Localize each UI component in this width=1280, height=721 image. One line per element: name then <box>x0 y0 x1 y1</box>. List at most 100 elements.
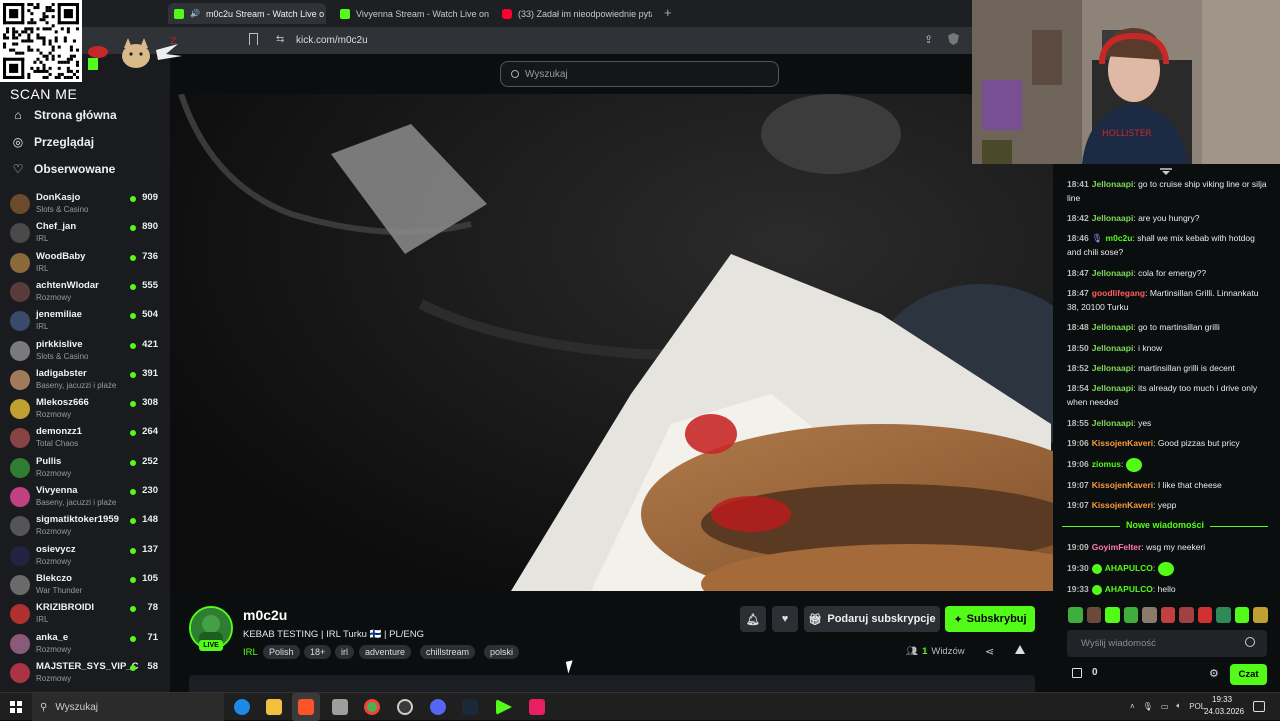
tag-chip[interactable]: chillstream <box>420 645 476 659</box>
share-page-icon[interactable]: ⇪ <box>924 33 933 46</box>
message-username[interactable]: Jellonaapi <box>1092 179 1134 189</box>
emote-button[interactable] <box>1179 607 1194 623</box>
nav-browse[interactable]: ◎ Przeglądaj <box>12 135 94 149</box>
clock-date[interactable]: 24.03.2026 <box>1204 707 1244 716</box>
discord-icon[interactable] <box>430 699 446 715</box>
emote-button[interactable] <box>1086 607 1102 623</box>
share-icon[interactable]: ⋖ <box>985 645 994 658</box>
subscribe-button[interactable]: ✦ Subskrybuj <box>945 606 1035 632</box>
message-username[interactable]: AHAPULCO <box>1105 563 1153 573</box>
message-username[interactable]: Jellonaapi <box>1092 322 1134 332</box>
cat-sticker-image: Z <box>88 37 182 70</box>
file-explorer-icon[interactable] <box>266 699 282 715</box>
steam-icon[interactable] <box>462 699 478 715</box>
video-player[interactable] <box>171 94 1053 591</box>
chat-message-input[interactable]: Wyślij wiadomość <box>1067 630 1267 657</box>
sidebar-channel-item[interactable]: Pullis Rozmowy 252 <box>10 454 162 483</box>
language-indicator[interactable]: POL <box>1189 702 1205 711</box>
message-username[interactable]: Jellonaapi <box>1092 418 1134 428</box>
message-username[interactable]: KissojenKaveri <box>1092 480 1153 490</box>
chat-scroll-handle-icon[interactable] <box>1156 168 1176 175</box>
tag-chip[interactable]: irl <box>335 645 354 659</box>
notifications-button[interactable]: 🔔︎ <box>740 606 766 632</box>
search-input[interactable]: Wyszukaj <box>500 61 779 87</box>
emote-button[interactable] <box>1216 607 1231 623</box>
notifications-icon[interactable] <box>1253 701 1265 712</box>
app-icon[interactable] <box>332 699 348 715</box>
network-icon[interactable]: ▭ <box>1161 702 1169 711</box>
sidebar-channel-item[interactable]: WoodBaby IRL 736 <box>10 249 162 278</box>
tag-chip[interactable]: 18+ <box>304 645 332 659</box>
microphone-icon[interactable]: 🎙︎ <box>1143 702 1153 711</box>
message-username[interactable]: Jellonaapi <box>1092 268 1134 278</box>
sidebar-channel-item[interactable]: MAJSTER_SYS_VIP_C Rozmowy 58 <box>10 659 162 688</box>
sidebar-channel-item[interactable]: Blekczo War Thunder 105 <box>10 571 162 600</box>
message-username[interactable]: Jellonaapi <box>1092 363 1134 373</box>
message-username[interactable]: ziomus <box>1092 459 1121 469</box>
nav-following[interactable]: ♡ Obserwowane <box>12 162 116 176</box>
emote-button[interactable] <box>1068 607 1083 623</box>
sidebar-channel-item[interactable]: Mlekosz666 Rozmowy 308 <box>10 395 162 424</box>
browser-tab[interactable]: Vivyenna Stream - Watch Live on Kic <box>334 3 490 24</box>
sidebar-channel-item[interactable]: Vivyenna Baseny, jacuzzi i plaże 230 <box>10 483 162 512</box>
app-icon[interactable] <box>529 699 545 715</box>
sidebar-channel-item[interactable]: DonKasjo Slots & Casino 909 <box>10 190 162 219</box>
report-icon[interactable] <box>1015 645 1025 654</box>
taskbar-search[interactable]: ⚲ Wyszukaj <box>32 693 224 721</box>
browser-tab-active[interactable]: 🔊 m0c2u Stream - Watch Live o ✕ <box>168 3 326 24</box>
site-info-icon[interactable]: ⇆ <box>276 34 284 45</box>
sidebar-channel-item[interactable]: achtenWlodar Rozmowy 555 <box>10 278 162 307</box>
new-tab-button[interactable]: + <box>664 5 672 20</box>
message-username[interactable]: m0c2u <box>1106 233 1133 243</box>
tag-chip[interactable]: Polish <box>263 645 300 659</box>
emote-button[interactable] <box>1123 607 1139 623</box>
streamer-name[interactable]: m0c2u <box>243 607 287 623</box>
message-username[interactable]: GoyimFelter <box>1092 542 1142 552</box>
brave-browser-icon[interactable] <box>298 699 314 715</box>
clock-time[interactable]: 19:33 <box>1212 695 1232 704</box>
sidebar-channel-item[interactable]: KRIZIBROIDI IRL 78 <box>10 600 162 629</box>
message-username[interactable]: AHAPULCO <box>1105 584 1153 594</box>
message-username[interactable]: goodlifegang <box>1092 288 1145 298</box>
sidebar-channel-item[interactable]: anka_e Rozmowy 71 <box>10 630 162 659</box>
chevron-up-icon[interactable]: ˄ <box>1130 702 1135 711</box>
channel-points[interactable]: 0 <box>1072 667 1098 678</box>
emote-button[interactable] <box>1197 607 1213 623</box>
emote-button[interactable] <box>1105 607 1120 623</box>
gear-icon[interactable]: ⚙ <box>1209 667 1219 680</box>
follow-button[interactable]: ♥ <box>772 606 798 632</box>
sidebar-channel-item[interactable]: demonzz1 Total Chaos 264 <box>10 424 162 453</box>
tag-chip[interactable]: adventure <box>359 645 412 659</box>
emote-button[interactable] <box>1234 607 1250 623</box>
sidebar-channel-item[interactable]: ladigabster Baseny, jacuzzi i plaże 391 <box>10 366 162 395</box>
edge-icon[interactable] <box>234 699 250 715</box>
sidebar-channel-item[interactable]: osievycz Rozmowy 137 <box>10 542 162 571</box>
start-button[interactable] <box>10 701 22 713</box>
chat-send-button[interactable]: Czat <box>1230 664 1267 685</box>
brave-shield-icon[interactable] <box>948 33 959 45</box>
kick-app-icon[interactable] <box>496 699 512 715</box>
sidebar-channel-item[interactable]: sigmatiktoker1959 Rozmowy 148 <box>10 512 162 541</box>
gift-subscription-button[interactable]: 🎁︎ Podaruj subskrypcje <box>804 606 940 632</box>
category-link[interactable]: IRL <box>243 647 258 658</box>
message-username[interactable]: KissojenKaveri <box>1092 438 1153 448</box>
browser-tab[interactable]: (33) Zadał im nieodpowiednie pytani <box>496 3 652 24</box>
message-username[interactable]: Jellonaapi <box>1092 343 1134 353</box>
emote-button[interactable] <box>1160 607 1176 623</box>
sidebar-channel-item[interactable]: jenemiliae IRL 504 <box>10 307 162 336</box>
volume-icon[interactable]: 🔈︎ <box>1176 701 1181 711</box>
sidebar-channel-item[interactable]: Chef_jan IRL 890 <box>10 219 162 248</box>
url-field[interactable]: kick.com/m0c2u <box>296 35 368 46</box>
chrome-icon[interactable] <box>364 699 380 715</box>
tag-chip[interactable]: polski <box>484 645 520 659</box>
message-username[interactable]: KissojenKaveri <box>1092 500 1153 510</box>
message-username[interactable]: Jellonaapi <box>1092 383 1134 393</box>
bookmark-icon[interactable] <box>249 33 258 45</box>
emote-button[interactable] <box>1253 607 1269 623</box>
emote-button[interactable] <box>1142 607 1157 623</box>
emoji-picker-icon[interactable] <box>1245 637 1255 647</box>
message-username[interactable]: Jellonaapi <box>1092 213 1134 223</box>
sidebar-channel-item[interactable]: pirkkislive Slots & Casino 421 <box>10 337 162 366</box>
obs-icon[interactable] <box>397 699 413 715</box>
nav-home[interactable]: ⌂ Strona główna <box>12 108 116 122</box>
